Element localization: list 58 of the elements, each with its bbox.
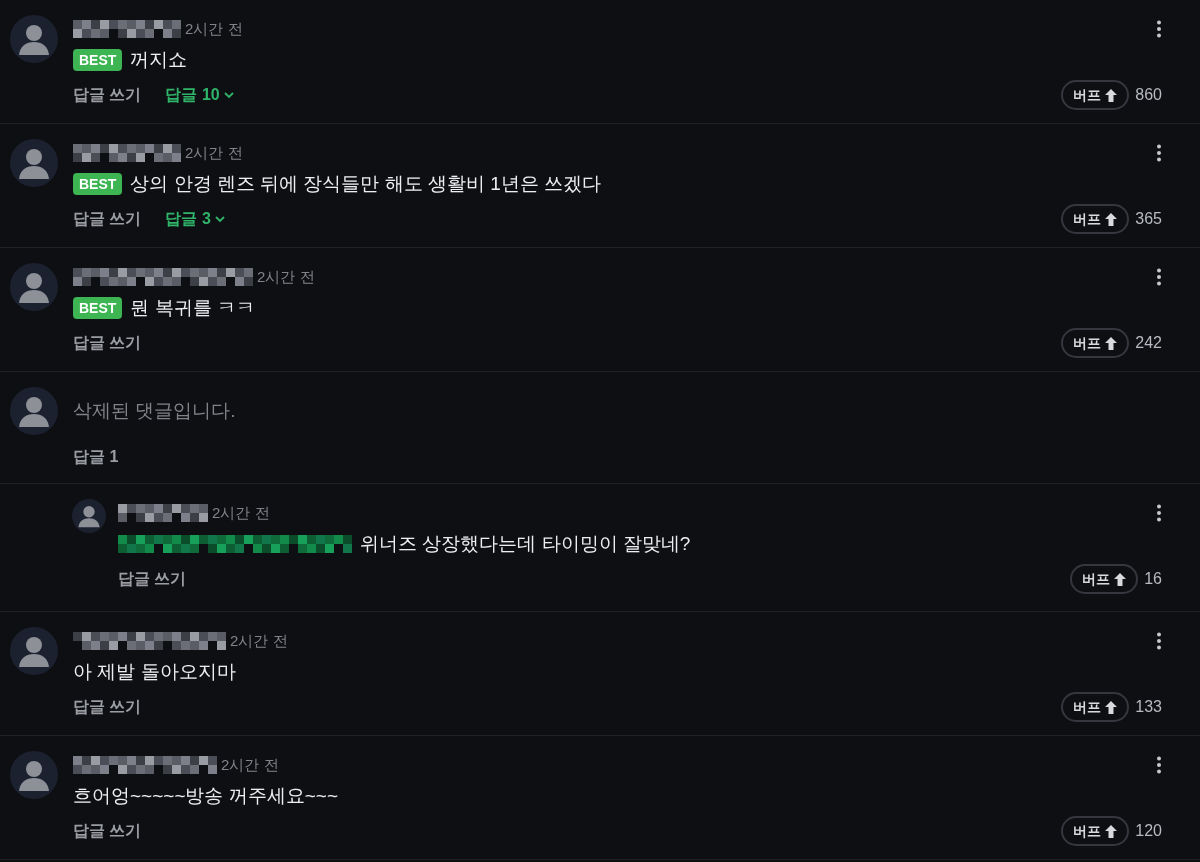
reply-write-link[interactable]: 답글 쓰기 <box>118 567 187 591</box>
avatar-icon <box>10 15 58 63</box>
reply-write-link[interactable]: 답글 쓰기 <box>73 331 142 355</box>
comment-text: 위너즈 상장했다는데 타이밍이 잘맞네? <box>360 531 691 556</box>
best-badge: BEST <box>73 297 123 319</box>
arrow-up-icon <box>1105 700 1118 714</box>
more-options-icon[interactable] <box>1156 504 1162 522</box>
chevron-icon <box>223 91 234 99</box>
avatar-icon <box>10 263 58 311</box>
arrow-up-icon <box>1105 336 1118 350</box>
avatar-icon <box>10 627 58 675</box>
comment-text: 뭔 복귀를 ㅋㅋ <box>130 295 255 320</box>
reply-write-link[interactable]: 답글 쓰기 <box>73 819 142 843</box>
buff-button[interactable]: 버프 <box>1061 816 1130 846</box>
arrow-up-icon <box>1105 212 1118 226</box>
buff-button[interactable]: 버프 <box>1061 692 1130 722</box>
buff-count: 365 <box>1135 209 1162 229</box>
avatar-icon <box>10 751 58 799</box>
timestamp: 2시간 전 <box>257 266 315 287</box>
avatar-icon <box>10 387 58 435</box>
replies-link[interactable]: 답글 1 <box>73 445 1162 469</box>
timestamp: 2시간 전 <box>221 754 279 775</box>
avatar-icon <box>72 499 106 533</box>
more-options-icon[interactable] <box>1156 756 1162 774</box>
buff-button[interactable]: 버프 <box>1070 564 1139 594</box>
arrow-up-icon <box>1114 572 1127 586</box>
timestamp: 2시간 전 <box>212 502 270 523</box>
buff-count: 133 <box>1135 697 1162 717</box>
more-options-icon[interactable] <box>1156 268 1162 286</box>
replies-toggle[interactable]: 답글 3 <box>165 207 225 231</box>
more-options-icon[interactable] <box>1156 20 1162 38</box>
replies-toggle[interactable]: 답글 10 <box>165 83 234 107</box>
buff-button[interactable]: 버프 <box>1061 204 1130 234</box>
arrow-up-icon <box>1105 88 1118 102</box>
buff-button[interactable]: 버프 <box>1061 328 1130 358</box>
comment-text: 꺼지쇼 <box>130 47 188 72</box>
timestamp: 2시간 전 <box>230 630 288 651</box>
buff-count: 242 <box>1135 333 1162 353</box>
buff-count: 860 <box>1135 85 1162 105</box>
more-options-icon[interactable] <box>1156 632 1162 650</box>
avatar-icon <box>10 139 58 187</box>
arrow-up-icon <box>1105 824 1118 838</box>
best-badge: BEST <box>73 49 123 71</box>
more-options-icon[interactable] <box>1156 144 1162 162</box>
chevron-icon <box>214 215 225 223</box>
buff-count: 120 <box>1135 821 1162 841</box>
comment-text: 상의 안경 렌즈 뒤에 장식들만 해도 생활비 1년은 쓰겠다 <box>130 171 602 196</box>
reply-write-link[interactable]: 답글 쓰기 <box>73 207 142 231</box>
timestamp: 2시간 전 <box>185 142 243 163</box>
comment-text: 흐어엉~~~~~방송 꺼주세요~~~ <box>73 783 339 808</box>
reply-write-link[interactable]: 답글 쓰기 <box>73 83 142 107</box>
buff-button[interactable]: 버프 <box>1061 80 1130 110</box>
timestamp: 2시간 전 <box>185 18 243 39</box>
deleted-comment-text: 삭제된 댓글입니다. <box>73 399 237 423</box>
buff-count: 16 <box>1144 569 1162 589</box>
best-badge: BEST <box>73 173 123 195</box>
comment-text: 아 제발 돌아오지마 <box>73 659 236 684</box>
reply-write-link[interactable]: 답글 쓰기 <box>73 695 142 719</box>
